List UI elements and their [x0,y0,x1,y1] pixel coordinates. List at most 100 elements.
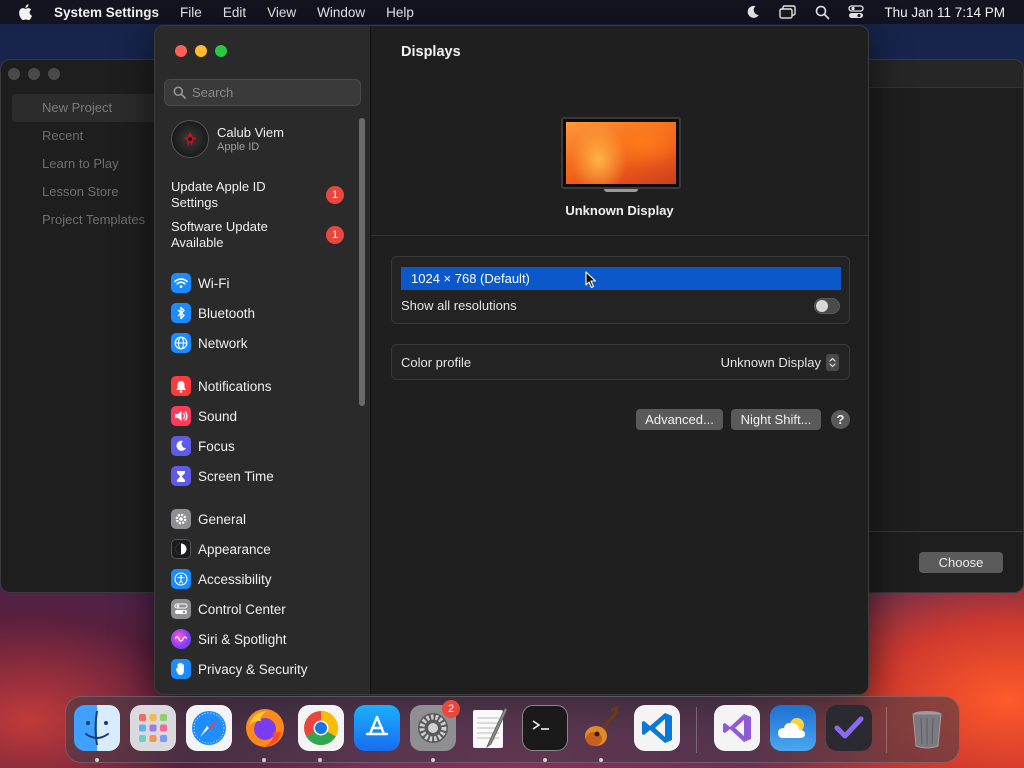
color-profile-label: Color profile [401,354,472,370]
display-stand [604,189,638,192]
bg-item-learn-to-play[interactable]: Learn to Play [12,150,162,178]
displays-pane: Displays Unknown Display 1024 × 768 (Def… [371,26,868,694]
sidebar-item-privacy-security[interactable]: Privacy & Security [171,657,308,681]
search-input[interactable] [192,85,352,100]
page-title: Displays [401,44,461,60]
accessibility-icon [171,569,191,589]
dock-separator [696,707,697,753]
textedit-icon[interactable] [466,705,512,751]
weather-icon[interactable] [770,705,816,751]
choose-button[interactable]: Choose [919,552,1003,573]
notifications-bell-icon [171,376,191,396]
sidebar-item-control-center[interactable]: Control Center [171,597,286,621]
bluetooth-icon [171,303,191,323]
menu-file[interactable]: File [180,5,202,20]
show-all-resolutions-toggle[interactable] [814,298,840,314]
menu-bar: System Settings File Edit View Window He… [0,0,1024,24]
section-divider [371,235,868,236]
apple-menu-icon[interactable] [18,3,36,21]
account-name: Calub Viem [217,125,284,140]
running-indicator [431,758,435,762]
notice-label: Software Update Available [171,219,268,250]
update-apple-id-settings-item[interactable]: Update Apple ID Settings 1 [171,179,351,211]
bg-item-lesson-store[interactable]: Lesson Store [12,178,162,206]
menu-app-name[interactable]: System Settings [54,5,159,20]
menubar-clock[interactable]: Thu Jan 11 7:14 PM [884,5,1005,20]
sidebar-item-label: Network [198,335,248,351]
launchpad-icon[interactable] [130,705,176,751]
sidebar-scrollbar[interactable] [359,118,365,406]
chrome-icon[interactable] [298,705,344,751]
color-profile-popup[interactable]: Unknown Display [721,353,839,371]
sidebar-item-appearance[interactable]: Appearance [171,537,271,561]
show-all-resolutions-label: Show all resolutions [401,298,517,313]
toggle-knob [816,300,828,312]
running-indicator [318,758,322,762]
bg-item-new-project[interactable]: New Project [12,94,162,122]
finder-icon[interactable] [74,705,120,751]
menu-window[interactable]: Window [317,5,365,20]
running-indicator [543,758,547,762]
display-thumbnail[interactable] [561,117,681,192]
control-center-icon[interactable] [848,4,865,20]
sidebar-item-wifi[interactable]: Wi-Fi [171,271,229,295]
close-window-button[interactable] [175,45,187,57]
menu-help[interactable]: Help [386,5,414,20]
settings-sidebar: Calub Viem Apple ID Update Apple ID Sett… [155,26,371,694]
system-settings-window: Calub Viem Apple ID Update Apple ID Sett… [154,25,869,695]
apple-id-account[interactable]: Calub Viem Apple ID [171,120,284,158]
software-update-available-item[interactable]: Software Update Available 1 [171,219,351,251]
menu-view[interactable]: View [267,5,296,20]
minimize-window-button[interactable] [195,45,207,57]
display-name-label: Unknown Display [565,203,674,218]
sidebar-item-general[interactable]: General [171,507,246,531]
account-subtitle: Apple ID [217,141,260,153]
zoom-window-button[interactable] [215,45,227,57]
background-window-traffic-lights [8,68,60,80]
omnifocus-check-icon[interactable] [826,705,872,751]
sidebar-item-network[interactable]: Network [171,331,248,355]
terminal-icon[interactable] [522,705,568,751]
dark-mode-moon-icon[interactable] [745,4,761,20]
sidebar-item-notifications[interactable]: Notifications [171,374,272,398]
chevron-updown-icon [826,353,839,371]
menu-edit[interactable]: Edit [223,5,246,20]
garageband-guitar-icon[interactable] [578,705,624,751]
sidebar-item-screen-time[interactable]: Screen Time [171,464,274,488]
trash-icon[interactable] [904,705,950,751]
visual-studio-icon[interactable] [714,705,760,751]
sidebar-item-bluetooth[interactable]: Bluetooth [171,301,255,325]
safari-icon[interactable] [186,705,232,751]
sidebar-search[interactable] [164,79,361,106]
sidebar-item-sound[interactable]: Sound [171,404,237,428]
sidebar-item-focus[interactable]: Focus [171,434,235,458]
advanced-button[interactable]: Advanced... [636,409,723,430]
settings-notification-badge: 2 [442,700,460,718]
screen-time-hourglass-icon [171,466,191,486]
avatar [171,120,209,158]
search-icon [173,86,186,99]
background-window-divider [868,531,1024,532]
resolution-option-selected[interactable]: 1024 × 768 (Default) [401,267,841,290]
sidebar-item-label: Wi-Fi [198,275,230,291]
background-app-sidebar: New Project Recent Learn to Play Lesson … [12,94,162,234]
notice-badge: 1 [326,226,344,244]
firefox-icon[interactable] [242,705,288,751]
vscode-icon[interactable] [634,705,680,751]
help-button[interactable]: ? [831,410,850,429]
background-app-window-right: Choose [868,59,1024,593]
sidebar-item-siri-spotlight[interactable]: Siri & Spotlight [171,627,287,651]
app-store-icon[interactable] [354,705,400,751]
spotlight-search-icon[interactable] [815,5,830,20]
sidebar-item-accessibility[interactable]: Accessibility [171,567,272,591]
sidebar-item-label: Notifications [198,378,272,394]
appearance-icon [171,539,191,559]
network-globe-icon [171,333,191,353]
bg-item-project-templates[interactable]: Project Templates [12,206,162,234]
night-shift-button[interactable]: Night Shift... [731,409,821,430]
bg-item-recent[interactable]: Recent [12,122,162,150]
sidebar-item-label: Screen Time [198,468,274,484]
screen-mirroring-icon[interactable] [779,4,797,20]
sidebar-item-label: Sound [198,408,238,424]
notice-badge: 1 [326,186,344,204]
